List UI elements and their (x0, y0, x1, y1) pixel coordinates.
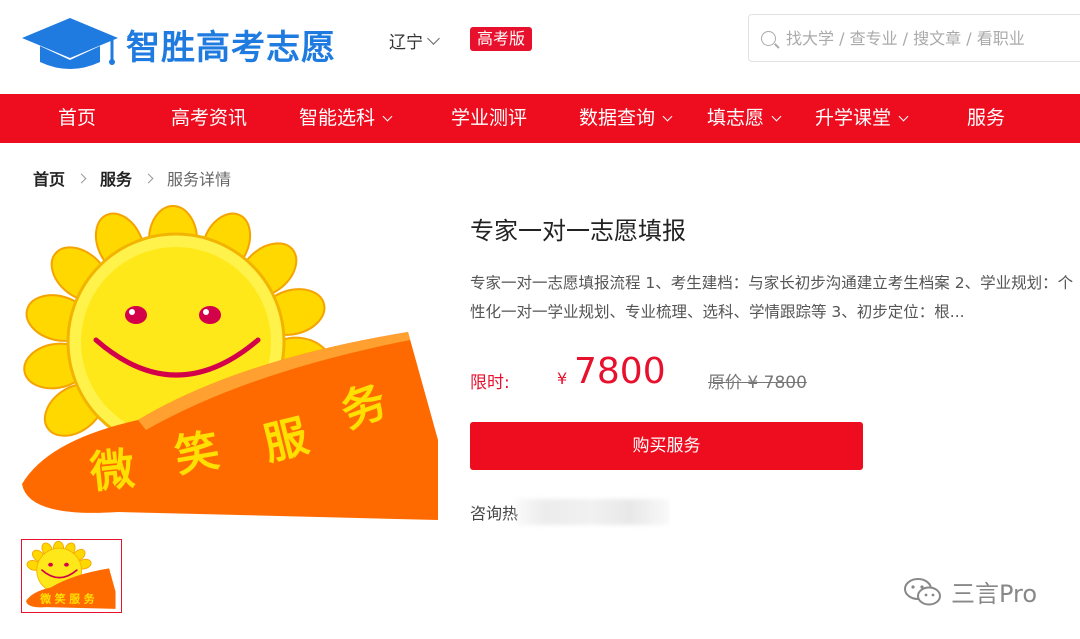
original-price: 原价 ¥ 7800 (708, 373, 807, 393)
nav-item-label: 数据查询 (579, 107, 656, 129)
graduation-cap-icon (22, 18, 118, 69)
price-row: 限时: ¥ 7800 原价 ¥ 7800 (470, 349, 1070, 399)
product-image[interactable]: 微 笑 服 务 (18, 200, 444, 530)
price-label: 限时: (470, 373, 510, 393)
breadcrumb-current: 服务详情 (167, 170, 232, 189)
province-selector[interactable]: 辽宁 (389, 28, 440, 53)
breadcrumb: 首页 服务 服务详情 (33, 166, 231, 190)
chevron-down-icon (382, 111, 393, 121)
nav-item-label: 升学课堂 (815, 107, 892, 129)
site-logo[interactable]: 智胜高考志愿 (20, 14, 336, 74)
chevron-down-icon (427, 31, 440, 45)
nav-item-classroom[interactable]: 升学课堂 (815, 94, 909, 143)
chevron-down-icon (662, 111, 673, 121)
edition-badge[interactable]: 高考版 (470, 27, 533, 51)
buy-service-button[interactable]: 购买服务 (470, 422, 863, 470)
nav-item-data-query[interactable]: 数据查询 (579, 94, 673, 143)
nav-item-service[interactable]: 服务 (967, 94, 1005, 143)
nav-item-assessment[interactable]: 学业测评 (451, 94, 527, 143)
current-price: 7800 (574, 351, 666, 392)
nav-item-label: 服务 (967, 107, 1006, 129)
nav-item-label: 填志愿 (707, 107, 765, 129)
site-header: 智胜高考志愿 辽宁 高考版 (0, 0, 1080, 94)
product-description: 专家一对一志愿填报流程 1、考生建档：与家长初步沟通建立考生档案 2、学业规划：… (470, 274, 1074, 321)
logo-text: 智胜高考志愿 (126, 27, 336, 68)
nav-item-label: 智能选科 (299, 107, 376, 129)
watermark-text: 三言Pro (951, 580, 1038, 608)
currency-symbol: ¥ (557, 369, 568, 388)
svg-text:微: 微 (87, 444, 137, 499)
watermark: 三言Pro (903, 574, 1037, 609)
search-icon[interactable] (761, 30, 776, 46)
smiling-sun-image: 微 笑 服 务 (22, 205, 438, 520)
svg-text:微 笑 服 务: 微 笑 服 务 (39, 592, 94, 605)
chevron-right-icon (76, 173, 87, 183)
province-label: 辽宁 (389, 33, 423, 53)
search-box[interactable] (748, 14, 1080, 62)
chevron-down-icon (898, 111, 909, 121)
redacted-phone (514, 499, 670, 525)
breadcrumb-home[interactable]: 首页 (33, 166, 65, 190)
smiling-sun-thumbnail: 微 笑 服 务 (26, 540, 116, 609)
hotline-label: 咨询热 (470, 504, 519, 523)
nav-item-subject-selection[interactable]: 智能选科 (299, 94, 393, 143)
chevron-right-icon (143, 173, 154, 183)
nav-item-home[interactable]: 首页 (58, 94, 96, 143)
main-nav: 首页 高考资讯 智能选科 学业测评 数据查询 填志愿 升学课堂 服务 (0, 94, 1080, 143)
consult-hotline: 咨询热 (470, 499, 670, 525)
nav-item-label: 首页 (58, 107, 97, 129)
chevron-down-icon (771, 111, 782, 121)
search-input[interactable] (786, 28, 1076, 48)
product-thumbnail[interactable]: 微 笑 服 务 (21, 539, 122, 613)
nav-item-label: 学业测评 (451, 107, 528, 129)
nav-item-apply[interactable]: 填志愿 (707, 94, 782, 143)
breadcrumb-service[interactable]: 服务 (100, 166, 132, 190)
nav-item-news[interactable]: 高考资讯 (171, 94, 247, 143)
product-title: 专家一对一志愿填报 (470, 217, 686, 245)
wechat-icon (904, 577, 941, 605)
svg-text:笑: 笑 (171, 425, 223, 483)
nav-item-label: 高考资讯 (171, 107, 248, 129)
